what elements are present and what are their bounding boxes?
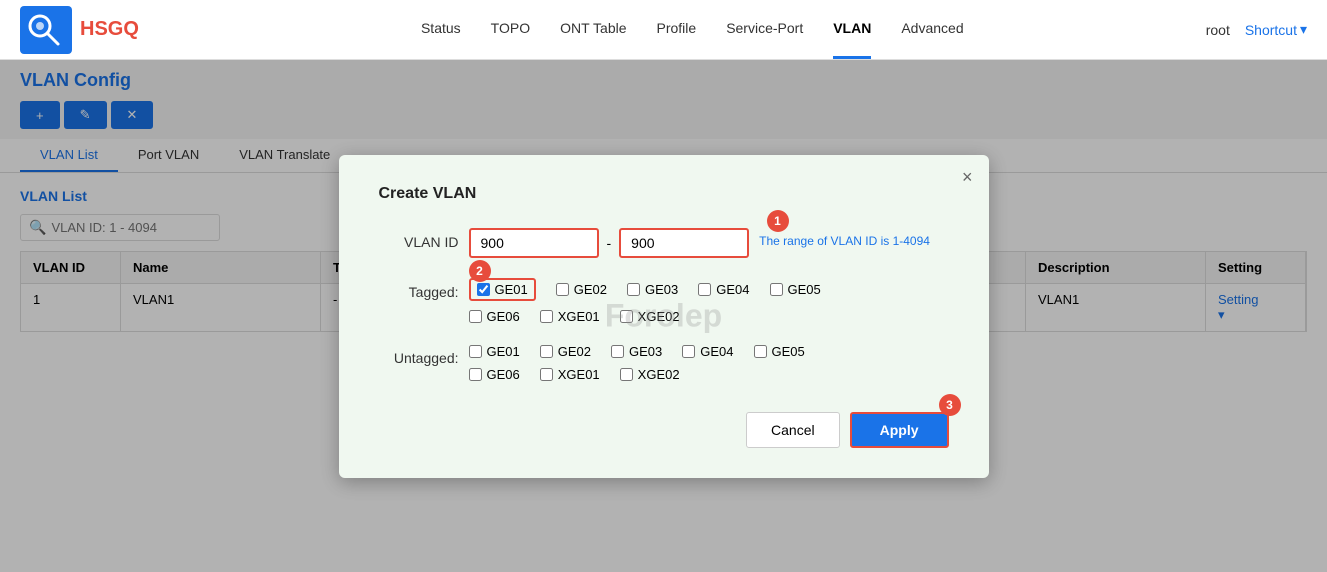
- tagged-xge01-item[interactable]: XGE01: [540, 309, 600, 324]
- user-name: root: [1206, 22, 1230, 38]
- vlan-id-row: 1 VLAN ID - The range of VLAN ID is 1-40…: [379, 228, 949, 258]
- logo-area: HSGQ: [20, 6, 139, 54]
- modal-close-button[interactable]: ×: [962, 167, 973, 188]
- tagged-xge02-item[interactable]: XGE02: [620, 309, 680, 324]
- tagged-ge06-item[interactable]: GE06: [469, 309, 520, 324]
- tagged-ge03-checkbox[interactable]: [627, 283, 640, 296]
- nav-ont-table[interactable]: ONT Table: [560, 0, 626, 59]
- tagged-xge02-label: XGE02: [638, 309, 680, 324]
- tagged-ge03-label: GE03: [645, 282, 678, 297]
- tagged-ge05-item[interactable]: GE05: [770, 282, 821, 297]
- untagged-ge05-checkbox[interactable]: [754, 345, 767, 358]
- vlan-id-inputs: -: [469, 228, 750, 258]
- vlan-range-hint: The range of VLAN ID is 1-4094: [759, 228, 930, 248]
- tagged-ge01-label: GE01: [495, 282, 528, 297]
- nav-status[interactable]: Status: [421, 0, 461, 59]
- tagged-ge03-item[interactable]: GE03: [627, 282, 678, 297]
- tagged-xge01-checkbox[interactable]: [540, 310, 553, 323]
- nav-service-port[interactable]: Service-Port: [726, 0, 803, 59]
- untagged-row-1: GE01 GE02 GE03 GE04: [469, 344, 805, 359]
- untagged-xge02-checkbox[interactable]: [620, 368, 633, 381]
- modal-overlay: Create VLAN × 1 VLAN ID - The range of V…: [0, 60, 1327, 572]
- untagged-xge02-label: XGE02: [638, 367, 680, 382]
- vlan-id-separator: -: [607, 235, 612, 251]
- tagged-ge04-checkbox[interactable]: [698, 283, 711, 296]
- untagged-ge02-item[interactable]: GE02: [540, 344, 591, 359]
- untagged-ge01-label: GE01: [487, 344, 520, 359]
- untagged-label: Untagged:: [379, 344, 459, 366]
- untagged-xge02-item[interactable]: XGE02: [620, 367, 680, 382]
- untagged-xge01-item[interactable]: XGE01: [540, 367, 600, 382]
- tagged-ge01-checkbox[interactable]: [477, 283, 490, 296]
- untagged-ge01-checkbox[interactable]: [469, 345, 482, 358]
- tagged-ge04-label: GE04: [716, 282, 749, 297]
- tagged-row-1: 2 GE01 GE02 GE03 GE04: [469, 278, 821, 301]
- shortcut-menu[interactable]: Shortcut ▾: [1245, 21, 1307, 38]
- untagged-ge03-item[interactable]: GE03: [611, 344, 662, 359]
- chevron-down-icon: ▾: [1300, 21, 1307, 38]
- nav-menu: Status TOPO ONT Table Profile Service-Po…: [179, 0, 1206, 59]
- tagged-ge04-item[interactable]: GE04: [698, 282, 749, 297]
- create-vlan-modal: Create VLAN × 1 VLAN ID - The range of V…: [339, 155, 989, 478]
- nav-vlan[interactable]: VLAN: [833, 0, 871, 59]
- untagged-ge04-checkbox[interactable]: [682, 345, 695, 358]
- untagged-ge04-label: GE04: [700, 344, 733, 359]
- nav-profile[interactable]: Profile: [657, 0, 697, 59]
- vlan-id-from-input[interactable]: [469, 228, 599, 258]
- header: HSGQ Status TOPO ONT Table Profile Servi…: [0, 0, 1327, 60]
- untagged-xge01-checkbox[interactable]: [540, 368, 553, 381]
- untagged-checkbox-group: GE01 GE02 GE03 GE04: [469, 344, 805, 382]
- tagged-ge06-label: GE06: [487, 309, 520, 324]
- untagged-ge05-label: GE05: [772, 344, 805, 359]
- cancel-button[interactable]: Cancel: [746, 412, 840, 448]
- tagged-ge05-label: GE05: [788, 282, 821, 297]
- untagged-ge05-item[interactable]: GE05: [754, 344, 805, 359]
- untagged-ge06-checkbox[interactable]: [469, 368, 482, 381]
- modal-title: Create VLAN: [379, 185, 949, 203]
- apply-button[interactable]: Apply: [850, 412, 949, 448]
- nav-advanced[interactable]: Advanced: [901, 0, 963, 59]
- untagged-row: Untagged: GE01 GE02 GE03: [379, 344, 949, 382]
- tagged-checkbox-group: 2 GE01 GE02 GE03 GE04: [469, 278, 821, 324]
- step-badge-1: 1: [767, 210, 789, 232]
- tagged-xge02-checkbox[interactable]: [620, 310, 633, 323]
- untagged-ge02-checkbox[interactable]: [540, 345, 553, 358]
- tagged-xge01-label: XGE01: [558, 309, 600, 324]
- tagged-ge06-checkbox[interactable]: [469, 310, 482, 323]
- tagged-ge02-label: GE02: [574, 282, 607, 297]
- apply-button-wrapper: 3 Apply: [850, 412, 949, 448]
- tagged-ge05-checkbox[interactable]: [770, 283, 783, 296]
- untagged-ge06-item[interactable]: GE06: [469, 367, 520, 382]
- untagged-ge02-label: GE02: [558, 344, 591, 359]
- untagged-xge01-label: XGE01: [558, 367, 600, 382]
- tagged-row-2: GE06 XGE01 XGE02: [469, 309, 821, 324]
- step-badge-3: 3: [939, 394, 961, 416]
- tagged-row: Tagged: 2 GE01 GE02 GE03: [379, 278, 949, 324]
- untagged-row-2: GE06 XGE01 XGE02: [469, 367, 805, 382]
- tagged-label: Tagged:: [379, 278, 459, 300]
- untagged-ge01-item[interactable]: GE01: [469, 344, 520, 359]
- tagged-ge02-checkbox[interactable]: [556, 283, 569, 296]
- nav-right: root Shortcut ▾: [1206, 21, 1307, 38]
- vlan-id-label: VLAN ID: [379, 228, 459, 250]
- nav-topo[interactable]: TOPO: [491, 0, 530, 59]
- step-badge-2: 2: [469, 260, 491, 282]
- logo-text: HSGQ: [80, 18, 139, 41]
- hsgq-logo-icon: [20, 6, 72, 54]
- untagged-ge03-checkbox[interactable]: [611, 345, 624, 358]
- untagged-ge03-label: GE03: [629, 344, 662, 359]
- untagged-ge04-item[interactable]: GE04: [682, 344, 733, 359]
- untagged-ge06-label: GE06: [487, 367, 520, 382]
- tagged-ge02-item[interactable]: GE02: [556, 282, 607, 297]
- modal-footer: Cancel 3 Apply: [379, 412, 949, 448]
- vlan-id-to-input[interactable]: [619, 228, 749, 258]
- shortcut-label: Shortcut: [1245, 22, 1297, 38]
